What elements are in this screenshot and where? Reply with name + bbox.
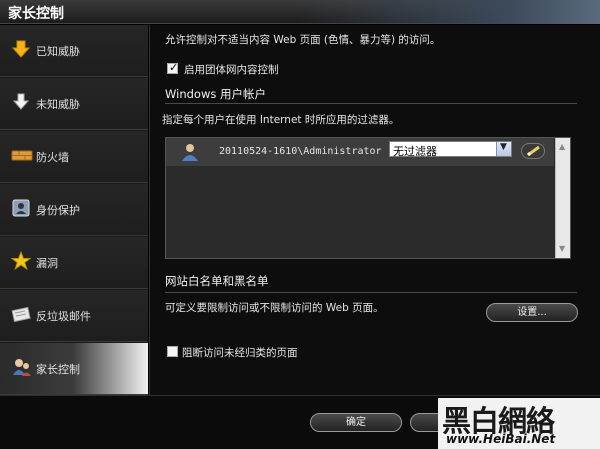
sidebar-item-parental-control[interactable]: 家长控制: [0, 343, 148, 395]
filter-select[interactable]: 无过滤器 ▼: [389, 141, 512, 158]
title-bar: 家长控制: [0, 0, 600, 24]
sidebar-item-vulnerabilities[interactable]: 漏洞: [0, 237, 148, 289]
block-uncategorized-label: 阻断访问未经归类的页面: [182, 347, 298, 359]
intro-text: 允许控制对不适当内容 Web 页面 (色情、暴力等) 的访问。: [165, 34, 441, 46]
checkmark-icon: ✓: [169, 61, 179, 74]
arrow-down-yellow-icon: [11, 39, 31, 59]
block-uncategorized-checkbox[interactable]: [167, 346, 178, 357]
sidebar-item-label: 身份保护: [36, 204, 80, 217]
window-title: 家长控制: [8, 6, 64, 22]
enable-content-control-label: 启用团体网内容控制: [184, 64, 279, 76]
sidebar-item-label: 未知威胁: [36, 98, 80, 111]
accounts-description: 指定每个用户在使用 Internet 时所应用的过滤器。: [162, 114, 400, 126]
user-name: 20110524-1610\Administrator: [219, 146, 382, 157]
sidebar-item-identity-protection[interactable]: 身份保护: [0, 184, 148, 236]
pencil-icon: [526, 145, 542, 160]
sidebar-item-firewall[interactable]: 防火墙: [0, 131, 148, 183]
edit-filter-button[interactable]: [521, 143, 545, 159]
parental-control-icon: [11, 357, 31, 377]
sidebar-item-label: 防火墙: [36, 151, 69, 164]
watermark: 黑白網絡 www.HeiBai.Net: [438, 398, 600, 449]
lists-heading: 网站白名单和黑名单: [165, 274, 269, 288]
sidebar-item-anti-spam[interactable]: 反垃圾邮件: [0, 290, 148, 342]
title-bar-glow: [300, 0, 600, 24]
ok-button[interactable]: 确定: [310, 413, 402, 432]
identity-protection-icon: [11, 198, 31, 218]
accounts-heading: Windows 用户帐户: [165, 87, 266, 101]
star-icon: [10, 250, 32, 271]
divider: [165, 103, 577, 104]
scroll-up-icon[interactable]: ▲: [559, 142, 565, 151]
firewall-icon: [11, 145, 33, 165]
sidebar: 已知威胁 未知威胁 防火墙 身份保护 漏洞 反垃圾邮件 家长控制: [0, 25, 148, 395]
settings-button[interactable]: 设置...: [486, 303, 578, 322]
filter-select-value: 无过滤器: [393, 145, 437, 158]
sidebar-item-known-threats[interactable]: 已知威胁: [0, 25, 148, 77]
arrow-down-white-icon: [11, 92, 31, 112]
enable-content-control-checkbox[interactable]: ✓: [167, 61, 179, 74]
mail-icon: [11, 304, 31, 324]
user-icon: [181, 143, 199, 161]
sidebar-item-unknown-threats[interactable]: 未知威胁: [0, 78, 148, 130]
scroll-down-icon[interactable]: ▼: [559, 244, 565, 253]
chevron-down-icon[interactable]: ▼: [496, 142, 511, 156]
divider: [165, 292, 577, 293]
sidebar-item-label: 漏洞: [36, 257, 58, 270]
sidebar-item-label: 反垃圾邮件: [36, 310, 91, 323]
lists-description: 可定义要限制访问或不限制访问的 Web 页面。: [165, 302, 384, 314]
list-scrollbar[interactable]: ▲ ▼: [555, 138, 570, 258]
sidebar-item-label: 已知威胁: [36, 45, 80, 58]
watermark-url: www.HeiBai.Net: [446, 432, 556, 446]
sidebar-item-label: 家长控制: [36, 363, 80, 376]
